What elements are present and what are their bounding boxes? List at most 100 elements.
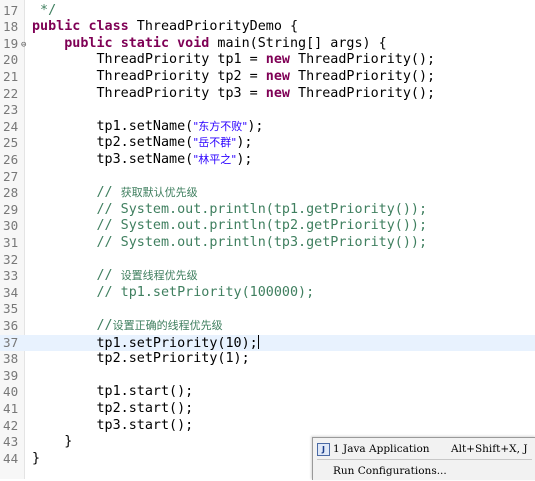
code-token: // [32, 317, 113, 333]
line-number: 21 [3, 68, 19, 84]
line-number: 41 [3, 400, 19, 416]
code-token: tp3.setName( [32, 151, 194, 167]
code-line[interactable]: 35 [0, 301, 535, 318]
code-line[interactable]: 33 // 设置线程优先级 [0, 268, 535, 285]
code-line[interactable]: 31 // System.out.println(tp3.getPriority… [0, 235, 535, 252]
line-number: 22 [3, 85, 19, 101]
menu-item-java-application[interactable]: J 1 Java Application Alt+Shift+X, J [313, 440, 535, 459]
code-line[interactable]: 41 tp2.start(); [0, 401, 535, 418]
line-number: 31 [3, 234, 19, 250]
code-text: } [32, 434, 72, 451]
code-line[interactable]: 34 // tp1.setPriority(100000); [0, 285, 535, 302]
code-text: tp3.start(); [32, 418, 193, 435]
line-number: 30 [3, 218, 19, 234]
code-token: // tp1.setPriority(100000); [32, 284, 315, 300]
line-number: 24 [3, 118, 19, 134]
code-token: public [64, 35, 113, 51]
code-token: "东方不败" [193, 119, 248, 133]
code-token: main(String[] args) { [209, 35, 387, 51]
code-token: void [177, 35, 210, 51]
line-number: 37 [3, 334, 19, 350]
code-line[interactable]: 20 ThreadPriority tp1 = new ThreadPriori… [0, 52, 535, 69]
line-number: 34 [3, 284, 19, 300]
code-token: ThreadPriorityDemo { [128, 19, 299, 35]
line-number: 33 [3, 268, 19, 284]
code-text: ThreadPriority tp3 = new ThreadPriority(… [32, 86, 435, 103]
line-number: 38 [3, 351, 19, 367]
code-text: ThreadPriority tp2 = new ThreadPriority(… [32, 69, 435, 86]
code-text: tp1.setName("东方不败"); [32, 118, 263, 136]
code-token: tp1.setPriority(10); [32, 335, 258, 351]
code-line[interactable]: 19 ⊖ public static void main(String[] arg… [0, 36, 535, 53]
code-line[interactable]: 29 // System.out.println(tp1.getPriority… [0, 202, 535, 219]
menu-item-label: 1 Java Application [333, 443, 430, 455]
line-number: 19 [3, 35, 19, 51]
code-text: tp2.start(); [32, 401, 193, 418]
code-token: public [32, 19, 81, 35]
code-line[interactable]: 27 [0, 169, 535, 186]
line-number: 20 [3, 52, 19, 68]
line-number: 44 [3, 450, 19, 466]
code-token: "林平之" [193, 152, 237, 166]
code-line[interactable]: 37 tp1.setPriority(10); [0, 334, 535, 352]
code-text: //设置正确的线程优先级 [32, 317, 223, 335]
code-line[interactable]: 32 [0, 252, 535, 269]
code-text: public static void main(String[] args) { [32, 36, 387, 53]
code-text: // System.out.println(tp1.getPriority())… [32, 202, 427, 219]
code-token: tp1.start(); [32, 384, 194, 400]
code-text: } [32, 451, 40, 468]
code-text: tp1.start(); [32, 384, 193, 401]
code-token: tp2.start(); [32, 400, 194, 416]
code-token: 设置线程优先级 [120, 269, 198, 283]
code-line[interactable]: 22 ThreadPriority tp3 = new ThreadPriori… [0, 86, 535, 103]
code-text: public class ThreadPriorityDemo { [32, 19, 298, 36]
menu-separator [317, 459, 532, 460]
menu-item-shortcut: Alt+Shift+X, J [451, 443, 528, 455]
menu-item-run-configurations[interactable]: Run Configurations... [313, 462, 535, 481]
code-line[interactable]: 23 [0, 102, 535, 119]
code-text: // 设置线程优先级 [32, 268, 198, 285]
code-token: ThreadPriority tp3 = [32, 85, 266, 101]
code-line[interactable]: 40 tp1.start(); [0, 384, 535, 401]
code-line[interactable]: 21 ThreadPriority tp2 = new ThreadPriori… [0, 69, 535, 86]
code-text: // System.out.println(tp2.getPriority())… [32, 218, 427, 235]
code-token: tp2.setPriority(1); [32, 351, 250, 367]
code-token: tp3.start(); [32, 417, 194, 433]
code-line[interactable]: 39 [0, 368, 535, 385]
fold-toggle-icon[interactable]: ⊖ [21, 37, 26, 54]
line-number: 27 [3, 168, 19, 184]
menu-item-label: Run Configurations... [333, 465, 447, 477]
line-number: 28 [3, 185, 19, 201]
code-text: tp3.setName("林平之"); [32, 151, 252, 169]
code-line[interactable]: 36 //设置正确的线程优先级 [0, 318, 535, 335]
code-token: // [32, 185, 121, 201]
code-line[interactable]: 28 // 获取默认优先级 [0, 185, 535, 202]
line-number: 17 [3, 2, 19, 18]
line-number: 23 [3, 102, 19, 118]
code-token: tp1.setName( [32, 118, 194, 134]
line-number: 39 [3, 367, 19, 383]
line-number: 25 [3, 135, 19, 151]
code-line[interactable]: 38 tp2.setPriority(1); [0, 351, 535, 368]
code-token: "岳不群" [193, 136, 237, 150]
code-token: // System.out.println(tp3.getPriority())… [32, 234, 428, 250]
code-line[interactable]: 17 */ [0, 3, 535, 20]
code-token: new [265, 68, 290, 84]
code-editor[interactable]: 17 */18 public class ThreadPriorityDemo {… [0, 0, 535, 479]
code-line[interactable]: 30 // System.out.println(tp2.getPriority… [0, 218, 535, 235]
code-line[interactable]: 25 tp2.setName("岳不群"); [0, 135, 535, 152]
code-token: 设置正确的线程优先级 [112, 318, 223, 332]
code-line[interactable]: 24 tp1.setName("东方不败"); [0, 119, 535, 136]
code-token: */ [32, 2, 57, 18]
code-token: // [32, 268, 121, 284]
line-number: 40 [3, 384, 19, 400]
code-text: tp2.setPriority(1); [32, 351, 250, 368]
code-text: tp2.setName("岳不群"); [32, 135, 252, 152]
code-line[interactable]: 18 public class ThreadPriorityDemo { [0, 19, 535, 36]
code-token: 获取默认优先级 [120, 186, 198, 200]
line-number: 32 [3, 251, 19, 267]
code-token: ThreadPriority tp1 = [32, 52, 266, 68]
code-line[interactable]: 42 tp3.start(); [0, 418, 535, 435]
code-line[interactable]: 26 tp3.setName("林平之"); [0, 152, 535, 169]
